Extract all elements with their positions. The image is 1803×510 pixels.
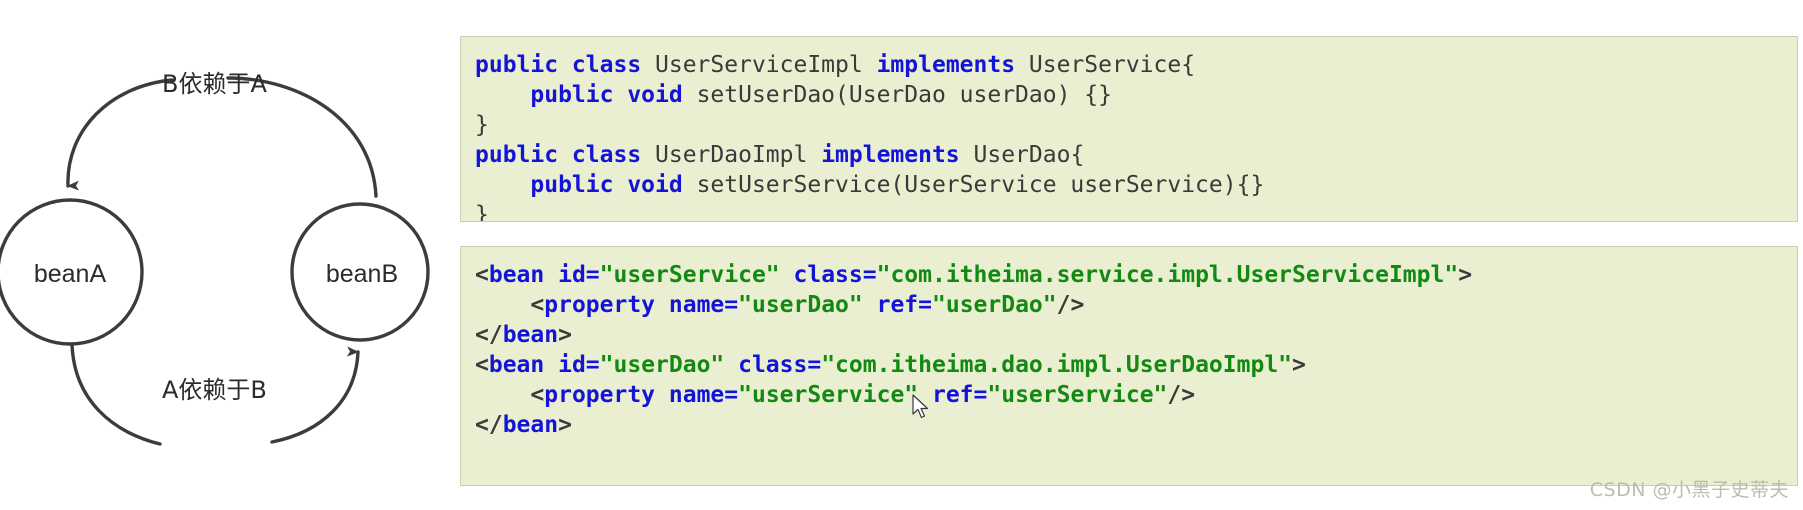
java-line-3: }	[475, 110, 1797, 140]
code-token-punct: </	[475, 322, 503, 348]
code-token-tag: class=	[724, 352, 822, 378]
node-beanb: beanB	[290, 202, 430, 342]
code-token-plain: }	[475, 202, 489, 222]
code-token-kw: public class	[475, 142, 656, 168]
java-line-2: public void setUserDao(UserDao userDao) …	[475, 80, 1797, 110]
code-token-str: "userDao"	[932, 292, 1057, 318]
xml-line-5: <property name="userService" ref="userSe…	[475, 380, 1797, 410]
code-token-str: "userService"	[738, 382, 919, 408]
code-token-str: "userDao"	[738, 292, 863, 318]
code-token-tag: property name=	[544, 292, 739, 318]
xml-line-4: <bean id="userDao" class="com.itheima.da…	[475, 350, 1797, 380]
dependency-diagram-svg: B依赖于A A依赖于B beanA beanB	[0, 70, 430, 446]
xml-line-6: </bean>	[475, 410, 1797, 440]
code-token-punct: <	[475, 382, 545, 408]
code-token-punct: >	[558, 412, 572, 438]
code-token-str: "com.itheima.service.impl.UserServiceImp…	[876, 262, 1459, 288]
xml-line-3: </bean>	[475, 320, 1797, 350]
code-token-str: "userService"	[987, 382, 1168, 408]
node-beana-label: beanA	[34, 260, 107, 288]
code-token-tag: class=	[779, 262, 877, 288]
code-token-plain: setUserDao(UserDao userDao) {}	[696, 82, 1112, 108]
code-token-punct: >	[1292, 352, 1306, 378]
edge-a-depends-on-b-right-half	[270, 346, 360, 444]
code-token-punct: />	[1167, 382, 1196, 408]
code-token-tag: bean id=	[488, 352, 600, 378]
code-token-plain: UserService{	[1028, 52, 1196, 78]
code-token-plain: setUserService(UserService userService){…	[696, 172, 1265, 198]
code-token-kw: public void	[530, 172, 697, 198]
edge-label-a-depends-on-b: A依赖于B	[162, 376, 267, 404]
code-token-plain: }	[475, 112, 489, 138]
code-token-plain: UserDao{	[973, 142, 1085, 168]
code-token-punct: >	[1458, 262, 1473, 288]
code-token-tag: bean	[502, 412, 559, 438]
code-token-tag: bean	[502, 322, 559, 348]
dependency-diagram: B依赖于A A依赖于B beanA beanB	[0, 0, 455, 510]
java-line-1: public class UserServiceImpl implements …	[475, 50, 1797, 80]
xml-line-2: <property name="userDao" ref="userDao"/>	[475, 290, 1797, 320]
code-token-str: "userDao"	[599, 352, 725, 378]
java-line-4: public class UserDaoImpl implements User…	[475, 140, 1797, 170]
node-beanb-label: beanB	[326, 260, 398, 288]
code-token-str: "userService"	[599, 262, 780, 288]
edge-b-depends-on-a-left-half	[66, 78, 174, 191]
edge-a-depends-on-b-left-half	[70, 342, 162, 446]
code-token-kw: implements	[821, 142, 974, 168]
csdn-watermark: CSDN @小黑子史蒂夫	[1589, 479, 1789, 501]
code-token-kw: public class	[475, 52, 656, 78]
code-token-plain: UserDaoImpl	[655, 142, 822, 168]
code-token-punct: <	[475, 292, 545, 318]
code-token-kw: public void	[530, 82, 697, 108]
code-token-punct: >	[558, 322, 572, 348]
code-token-tag: property name=	[544, 382, 739, 408]
java-line-5: public void setUserService(UserService u…	[475, 170, 1797, 200]
code-token-plain: UserServiceImpl	[655, 52, 877, 78]
code-token-punct: <	[475, 262, 489, 288]
code-token-punct: </	[475, 412, 503, 438]
code-token-kw: implements	[876, 52, 1029, 78]
code-token-tag: bean id=	[488, 262, 600, 288]
xml-code-block[interactable]: <bean id="userService" class="com.itheim…	[460, 246, 1798, 486]
node-beana: beanA	[0, 198, 144, 346]
java-code-block[interactable]: public class UserServiceImpl implements …	[460, 36, 1798, 222]
code-token-str: "com.itheima.dao.impl.UserDaoImpl"	[821, 352, 1293, 378]
xml-line-1: <bean id="userService" class="com.itheim…	[475, 260, 1797, 290]
code-token-tag: ref=	[918, 382, 988, 408]
java-line-6: }	[475, 200, 1797, 222]
code-token-punct: />	[1056, 292, 1085, 318]
code-token-tag: ref=	[862, 292, 932, 318]
edge-label-b-depends-on-a: B依赖于A	[162, 70, 267, 98]
code-token-punct: <	[475, 352, 489, 378]
code-column: public class UserServiceImpl implements …	[460, 0, 1803, 510]
